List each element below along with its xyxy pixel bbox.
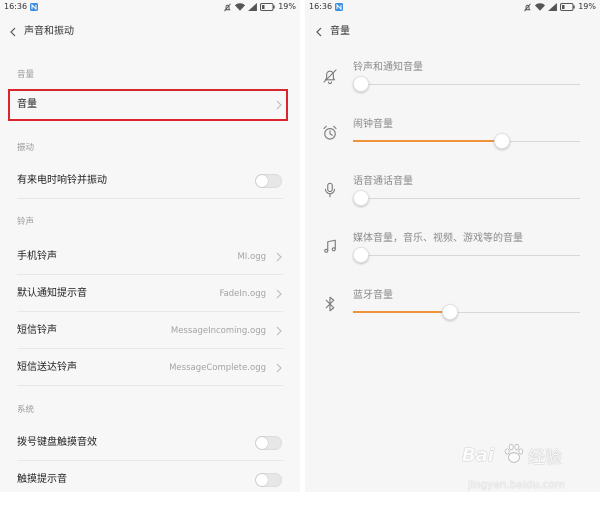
bluetooth-volume-slider[interactable] <box>353 304 580 320</box>
chevron-left-icon <box>10 27 16 37</box>
chevron-right-icon <box>276 289 282 299</box>
row-value: FadeIn.ogg <box>219 288 266 299</box>
row-label: 拨号键盘触摸音效 <box>17 436 97 448</box>
status-icons: 19% <box>523 0 596 14</box>
settings-row-phone-ringtone[interactable]: 手机铃声 MI.ogg <box>0 238 300 275</box>
volume-label: 闹钟音量 <box>353 119 393 130</box>
row-label: 短信铃声 <box>17 324 57 336</box>
back-button[interactable] <box>8 26 18 38</box>
notification-icon <box>30 3 38 11</box>
slider-knob[interactable] <box>494 133 511 149</box>
chevron-right-icon <box>276 252 282 262</box>
section-label-ringtone: 铃声 <box>17 217 35 227</box>
toggle-knob <box>256 175 268 187</box>
row-label: 手机铃声 <box>17 250 57 262</box>
chevron-right-icon <box>276 363 282 373</box>
status-time: 16:36 <box>309 2 333 11</box>
mute-icon <box>223 2 232 12</box>
battery-icon <box>560 3 575 11</box>
voice-call-volume-slider[interactable] <box>353 190 580 206</box>
status-bar: 16:36 19% <box>305 0 600 14</box>
volume-label: 铃声和通知音量 <box>353 62 423 73</box>
battery-icon <box>260 3 275 11</box>
slider-fill <box>353 311 450 313</box>
row-label: 默认通知提示音 <box>17 287 87 299</box>
signal-icon <box>248 3 258 11</box>
battery-percent: 19% <box>278 2 296 11</box>
settings-row-touch-sound: 触摸提示音 <box>0 461 300 492</box>
mute-icon <box>523 2 532 12</box>
ringtone-volume-slider[interactable] <box>353 76 580 92</box>
volume-item-bluetooth: 蓝牙音量 <box>305 280 600 337</box>
slider-track <box>353 197 580 199</box>
touch-sound-toggle[interactable] <box>255 472 282 487</box>
row-label: 触摸提示音 <box>17 473 67 485</box>
page-title: 声音和振动 <box>24 26 74 37</box>
settings-row-dialpad-touch-sound: 拨号键盘触摸音效 <box>0 424 300 461</box>
section-label-vibration: 振动 <box>17 143 35 153</box>
row-value: MI.ogg <box>237 251 266 262</box>
bluetooth-icon <box>321 295 339 313</box>
notification-icon <box>335 3 343 11</box>
row-value: MessageComplete.ogg <box>169 362 266 373</box>
slider-fill <box>353 140 503 142</box>
settings-row-vibrate-on-ring: 有来电时响铃并振动 <box>0 163 300 199</box>
toggle-knob <box>256 473 268 486</box>
vibrate-on-ring-toggle[interactable] <box>255 174 282 188</box>
header: 音量 <box>305 14 600 50</box>
alarm-volume-slider[interactable] <box>353 133 580 149</box>
status-time: 16:36 <box>4 2 28 11</box>
status-icons: 19% <box>223 0 296 14</box>
alarm-clock-icon <box>321 124 339 142</box>
volume-label: 语音通话音量 <box>353 176 413 187</box>
volume-item-voice-call: 语音通话音量 <box>305 166 600 223</box>
music-note-icon <box>321 238 339 256</box>
slider-knob[interactable] <box>441 304 458 320</box>
volume-label: 蓝牙音量 <box>353 290 393 301</box>
toggle-knob <box>256 436 268 449</box>
row-value: MessageIncoming.ogg <box>170 325 266 336</box>
slider-knob[interactable] <box>353 247 369 263</box>
volume-item-alarm: 闹钟音量 <box>305 109 600 166</box>
header: 声音和振动 <box>0 14 300 50</box>
microphone-icon <box>321 181 339 199</box>
dialpad-touch-sound-toggle[interactable] <box>255 435 282 450</box>
slider-knob[interactable] <box>353 76 369 92</box>
volume-item-ringtone: 铃声和通知音量 <box>305 52 600 109</box>
volume-item-media: 媒体音量，音乐、视频、游戏等的音量 <box>305 223 600 280</box>
row-label: 短信送达铃声 <box>17 361 77 373</box>
section-label-system: 系统 <box>17 405 35 415</box>
chevron-left-icon <box>316 27 322 37</box>
sound-vibration-screen: 16:36 19% 声音和振动 音量 音量 振动 有来电时响铃并振动 铃声 手机… <box>0 0 300 492</box>
wifi-icon <box>235 3 246 11</box>
slider-knob[interactable] <box>353 190 369 206</box>
settings-row-sms-ringtone[interactable]: 短信铃声 MessageIncoming.ogg <box>0 312 300 349</box>
volume-screen: 16:36 19% 音量 铃声和通知音量 闹钟音量 语音通话音量 媒体音量，音乐… <box>305 0 600 492</box>
volume-label: 媒体音量，音乐、视频、游戏等的音量 <box>353 233 523 244</box>
battery-percent: 19% <box>578 2 596 11</box>
row-label: 音量 <box>17 99 37 110</box>
settings-row-volume[interactable]: 音量 <box>0 89 300 121</box>
status-bar: 16:36 19% <box>0 0 300 14</box>
back-button[interactable] <box>314 26 324 38</box>
slider-track <box>353 83 580 85</box>
chevron-right-icon <box>276 326 282 336</box>
page-title: 音量 <box>330 26 350 37</box>
media-volume-slider[interactable] <box>353 247 580 263</box>
settings-row-notification-sound[interactable]: 默认通知提示音 FadeIn.ogg <box>0 275 300 312</box>
bell-off-icon <box>321 67 339 85</box>
settings-row-sms-delivered-sound[interactable]: 短信送达铃声 MessageComplete.ogg <box>0 349 300 386</box>
section-label-volume: 音量 <box>17 70 35 80</box>
signal-icon <box>548 3 558 11</box>
chevron-right-icon <box>276 100 282 110</box>
row-label: 有来电时响铃并振动 <box>17 175 107 186</box>
wifi-icon <box>535 3 546 11</box>
slider-track <box>353 254 580 256</box>
